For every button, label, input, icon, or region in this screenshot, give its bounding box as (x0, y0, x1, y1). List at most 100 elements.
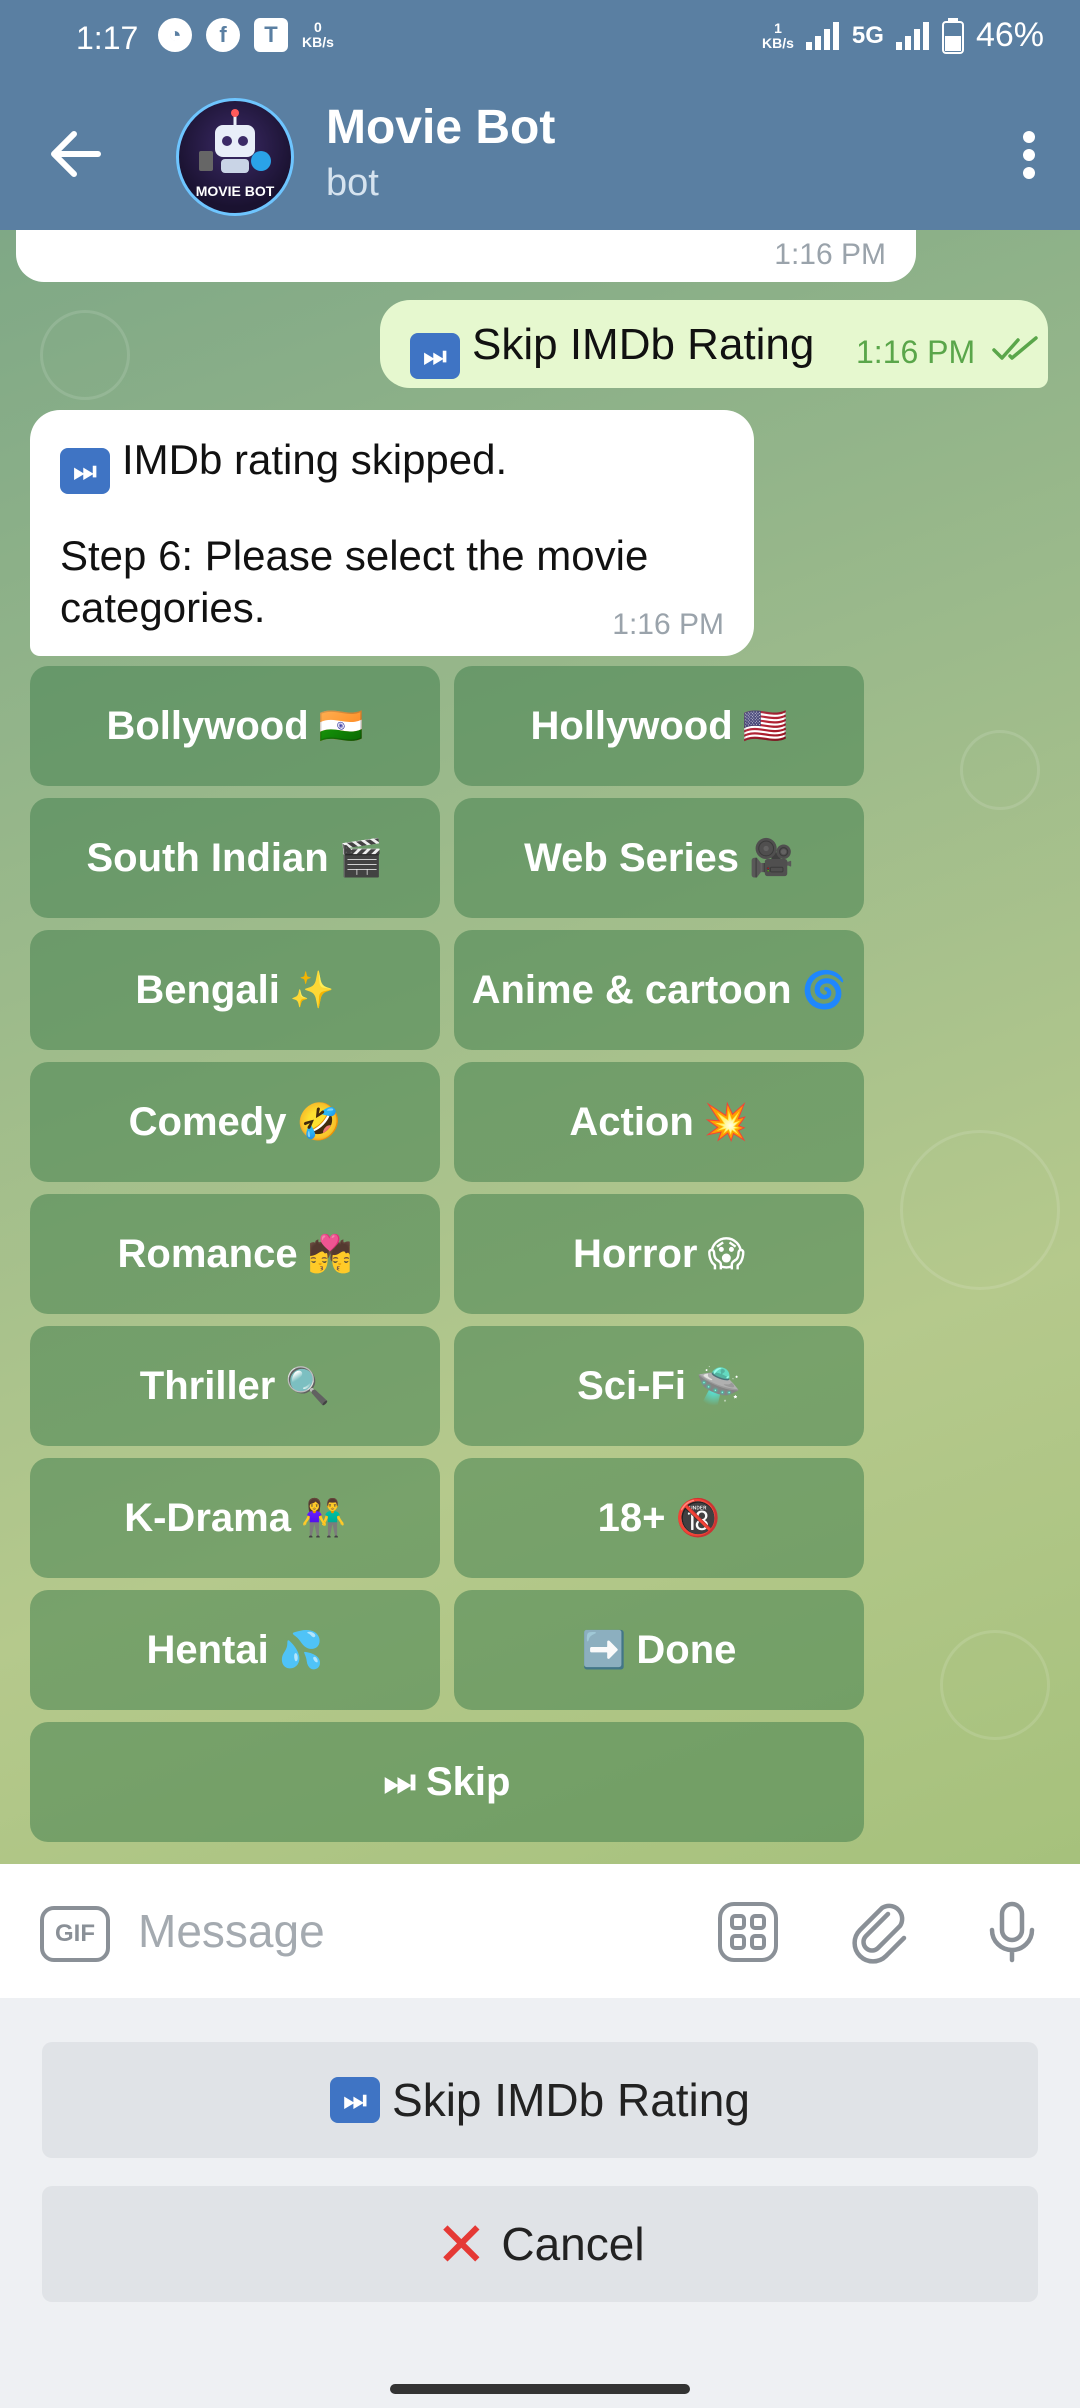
reply-keyboard: ⏭ Skip IMDb Rating ✕ Cancel (0, 1998, 1080, 2408)
message-time: 1:16 PM (774, 238, 886, 271)
category-emoji-icon: 🛸 (696, 1365, 741, 1406)
category-button-label: Hentai (146, 1627, 269, 1672)
category-emoji-icon: ⏭ (383, 1760, 416, 1802)
next-track-emoji-icon: ⏭ (330, 2077, 381, 2123)
category-button-action[interactable]: Action 💥 (454, 1062, 864, 1182)
chat-title[interactable]: Movie Bot (326, 100, 555, 155)
category-button-label: Horror (573, 1231, 698, 1276)
net-speed-left: 0 KB/s (302, 20, 334, 50)
category-button-done[interactable]: ➡️ Done (454, 1590, 864, 1710)
category-button-label: Hollywood (530, 703, 733, 748)
skip-imdb-rating-label: Skip IMDb Rating (392, 2074, 750, 2126)
category-emoji-icon: 🇮🇳 (318, 705, 364, 746)
message-input-bar: GIF (0, 1864, 1080, 1998)
status-icons-left: ◔ f T 0 KB/s (158, 18, 334, 52)
facebook-icon: f (206, 18, 240, 52)
bot-avatar[interactable]: MOVIE BOT (176, 98, 294, 216)
category-button-label: South Indian (86, 835, 329, 880)
category-button-label: Bengali (135, 967, 280, 1012)
cross-mark-icon: ✕ (435, 2210, 488, 2280)
category-button-bollywood[interactable]: Bollywood 🇮🇳 (30, 666, 440, 786)
cancel-button[interactable]: ✕ Cancel (42, 2186, 1038, 2302)
category-button-anime-cartoon[interactable]: Anime & cartoon 🌀 (454, 930, 864, 1050)
chat-area[interactable]: 1:16 PM ⏭ Skip IMDb Rating 1:16 PM ⏭ IMDb … (0, 230, 1080, 1864)
category-emoji-icon: 💦 (278, 1629, 324, 1670)
back-arrow-icon[interactable] (48, 130, 102, 178)
category-emoji-icon: 🤣 (296, 1101, 342, 1142)
category-button-label: Thriller (139, 1363, 276, 1408)
category-button-romance[interactable]: Romance 💏 (30, 1194, 440, 1314)
app-notification-icon: T (254, 18, 288, 52)
category-button-horror[interactable]: Horror 😱 (454, 1194, 864, 1314)
category-button-skip[interactable]: ⏭ Skip (30, 1722, 864, 1842)
category-emoji-icon: 🎥 (749, 837, 794, 878)
status-time: 1:17 (76, 20, 139, 56)
outgoing-message-text: ⏭ Skip IMDb Rating (410, 320, 814, 379)
category-emoji-icon: 🎬 (338, 837, 384, 878)
category-button-bengali[interactable]: Bengali ✨ (30, 930, 440, 1050)
message-input[interactable] (138, 1900, 658, 1962)
battery-percent: 46% (975, 16, 1044, 54)
category-emoji-icon: 🔞 (675, 1497, 721, 1538)
wallpaper-doodle (940, 1630, 1050, 1740)
net-speed-right-unit: KB/s (762, 34, 794, 51)
outgoing-message-bubble[interactable]: ⏭ Skip IMDb Rating 1:16 PM (380, 300, 1048, 388)
incoming-line-1-text: IMDb rating skipped. (122, 436, 508, 483)
status-icons-right: 1 KB/s 5G 46% (762, 16, 1044, 55)
category-button-label: Romance (117, 1231, 298, 1276)
category-button-label: Done (636, 1627, 737, 1672)
attach-icon[interactable] (848, 1900, 912, 1964)
category-button-label: K-Drama (124, 1495, 291, 1540)
category-button-thriller[interactable]: Thriller 🔍 (30, 1326, 440, 1446)
network-type: 5G (851, 21, 884, 49)
category-button-south-indian[interactable]: South Indian 🎬 (30, 798, 440, 918)
incoming-message-bubble[interactable]: ⏭ IMDb rating skipped. Step 6: Please sel… (30, 410, 754, 656)
net-speed-right: 1 KB/s (762, 19, 794, 51)
category-button-sci-fi[interactable]: Sci-Fi 🛸 (454, 1326, 864, 1446)
net-speed-right-value: 1 (774, 19, 782, 36)
home-indicator[interactable] (390, 2384, 690, 2394)
battery-icon (941, 17, 964, 54)
category-emoji-icon: ✨ (289, 969, 335, 1010)
incoming-line-1: ⏭ IMDb rating skipped. (60, 436, 507, 494)
more-options-icon[interactable] (1022, 130, 1036, 180)
category-button-label: Comedy (128, 1099, 287, 1144)
net-speed-left-value: 0 (314, 19, 322, 35)
microphone-icon[interactable] (980, 1900, 1044, 1964)
category-emoji-icon: 🔍 (285, 1365, 331, 1406)
cancel-label: Cancel (501, 2218, 645, 2270)
skip-imdb-rating-button[interactable]: ⏭ Skip IMDb Rating (42, 2042, 1038, 2158)
outgoing-text: Skip IMDb Rating (472, 320, 815, 369)
category-emoji-icon: 😱 (707, 1233, 745, 1274)
category-button-comedy[interactable]: Comedy 🤣 (30, 1062, 440, 1182)
wallpaper-doodle (40, 310, 130, 400)
signal-icon-2 (895, 21, 929, 50)
double-check-icon (992, 336, 1038, 360)
next-track-emoji-icon: ⏭ (410, 333, 460, 379)
category-emoji-icon: 🌀 (801, 969, 847, 1010)
category-button-k-drama[interactable]: K-Drama 👫 (30, 1458, 440, 1578)
category-emoji-icon: 👫 (300, 1497, 346, 1538)
category-button-18[interactable]: 18+ 🔞 (454, 1458, 864, 1578)
category-emoji-icon: 💥 (703, 1101, 749, 1142)
category-button-label: Web Series (524, 835, 740, 880)
avatar-caption: MOVIE BOT (195, 183, 275, 199)
category-button-label: Skip (425, 1759, 511, 1804)
category-button-hentai[interactable]: Hentai 💦 (30, 1590, 440, 1710)
category-emoji-icon: 🇺🇸 (742, 705, 788, 746)
category-button-web-series[interactable]: Web Series 🎥 (454, 798, 864, 918)
category-emoji-icon: ➡️ (581, 1629, 627, 1670)
status-bar: 1:17 ◔ f T 0 KB/s 1 KB/s 5G 46% (0, 0, 1080, 78)
bot-commands-icon[interactable] (716, 1900, 780, 1964)
gif-button[interactable]: GIF (40, 1906, 110, 1962)
category-button-label: 18+ (597, 1495, 666, 1540)
chat-header: MOVIE BOT Movie Bot bot (0, 78, 1080, 230)
next-track-emoji-icon: ⏭ (60, 448, 110, 494)
category-button-hollywood[interactable]: Hollywood 🇺🇸 (454, 666, 864, 786)
speedometer-icon: ◔ (158, 18, 192, 52)
category-button-label: Action (569, 1099, 694, 1144)
previous-message-bubble: 1:16 PM (16, 230, 916, 282)
category-button-label: Sci-Fi (577, 1363, 687, 1408)
signal-icon (805, 21, 839, 50)
telegram-chat-screen: 1:17 ◔ f T 0 KB/s 1 KB/s 5G 46% MOVIE BO… (0, 0, 1080, 2408)
